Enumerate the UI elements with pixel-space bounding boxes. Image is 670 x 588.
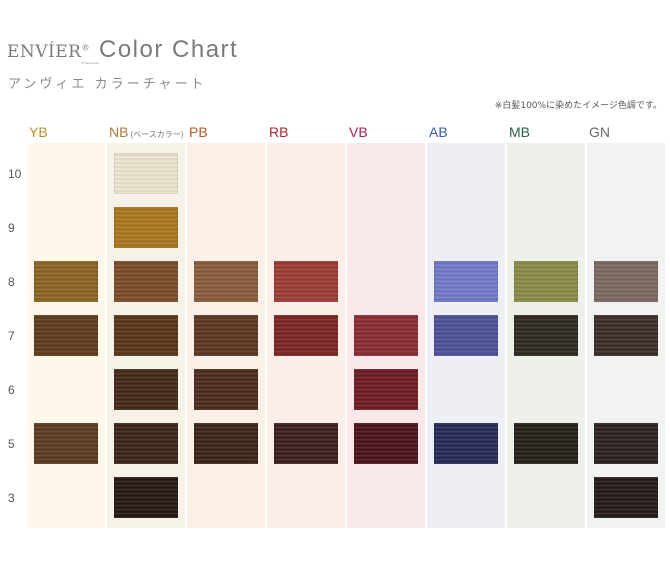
swatch-nb-6 xyxy=(114,369,178,410)
swatch-mb-7 xyxy=(514,315,578,356)
column-rb: RB xyxy=(267,120,345,528)
swatch-rb-5 xyxy=(274,423,338,464)
swatch-nb-10 xyxy=(114,153,178,194)
column-label-text: MB xyxy=(509,124,530,140)
column-label-text: VB xyxy=(349,124,368,140)
level-label-9: 9 xyxy=(8,221,15,235)
column-label-yb: YB xyxy=(29,124,48,140)
column-label-ab: AB xyxy=(429,124,448,140)
brand-sub: Professional xyxy=(81,61,100,65)
level-label-5: 5 xyxy=(8,437,15,451)
swatch-vb-5 xyxy=(354,423,418,464)
swatch-gn-8 xyxy=(594,261,658,302)
column-gn: GN xyxy=(587,120,665,528)
column-pb: PB xyxy=(187,120,265,528)
level-label-10: 10 xyxy=(8,167,22,181)
level-label-8: 8 xyxy=(8,275,15,289)
level-label-3: 3 xyxy=(8,491,15,505)
swatch-ab-8 xyxy=(434,261,498,302)
swatch-pb-6 xyxy=(194,369,258,410)
column-label-vb: VB xyxy=(349,124,368,140)
swatch-ab-7 xyxy=(434,315,498,356)
swatch-gn-7 xyxy=(594,315,658,356)
column-label-pb: PB xyxy=(189,124,208,140)
column-label-mb: MB xyxy=(509,124,530,140)
column-yb: YB xyxy=(27,120,105,528)
swatch-nb-7 xyxy=(114,315,178,356)
column-label-text: GN xyxy=(589,124,610,140)
swatch-nb-8 xyxy=(114,261,178,302)
swatch-gn-5 xyxy=(594,423,658,464)
swatch-yb-5 xyxy=(34,423,98,464)
swatch-rb-8 xyxy=(274,261,338,302)
swatch-pb-7 xyxy=(194,315,258,356)
column-label-text: YB xyxy=(29,124,48,140)
column-label-text: NB xyxy=(109,124,129,140)
swatch-yb-7 xyxy=(34,315,98,356)
column-label-gn: GN xyxy=(589,124,610,140)
swatch-mb-5 xyxy=(514,423,578,464)
column-nb: NB (ベースカラー) xyxy=(107,120,185,528)
column-vb: VB xyxy=(347,120,425,528)
chart-note: ※白髪100%に染めたイメージ色調です。 xyxy=(494,101,662,111)
swatch-nb-3 xyxy=(114,477,178,518)
swatch-pb-5 xyxy=(194,423,258,464)
swatch-ab-5 xyxy=(434,423,498,464)
column-label-rb: RB xyxy=(269,124,288,140)
column-label-note: (ベースカラー) xyxy=(130,130,184,139)
column-label-text: PB xyxy=(189,124,208,140)
level-label-6: 6 xyxy=(8,383,15,397)
swatch-vb-7 xyxy=(354,315,418,356)
swatch-mb-8 xyxy=(514,261,578,302)
column-label-text: AB xyxy=(429,124,448,140)
column-label-nb: NB (ベースカラー) xyxy=(109,124,183,140)
column-mb: MB xyxy=(507,120,585,528)
column-ab: AB xyxy=(427,120,505,528)
swatch-vb-6 xyxy=(354,369,418,410)
swatch-nb-9 xyxy=(114,207,178,248)
page-title: Color Chart xyxy=(99,36,239,63)
swatch-gn-3 xyxy=(594,477,658,518)
swatch-yb-8 xyxy=(34,261,98,302)
brand-logo: ENVÍER® xyxy=(7,42,90,62)
page-subtitle: アンヴィエ カラーチャート xyxy=(8,77,207,92)
column-label-text: RB xyxy=(269,124,289,140)
swatch-nb-5 xyxy=(114,423,178,464)
swatch-pb-8 xyxy=(194,261,258,302)
level-label-7: 7 xyxy=(8,329,15,343)
swatch-rb-7 xyxy=(274,315,338,356)
